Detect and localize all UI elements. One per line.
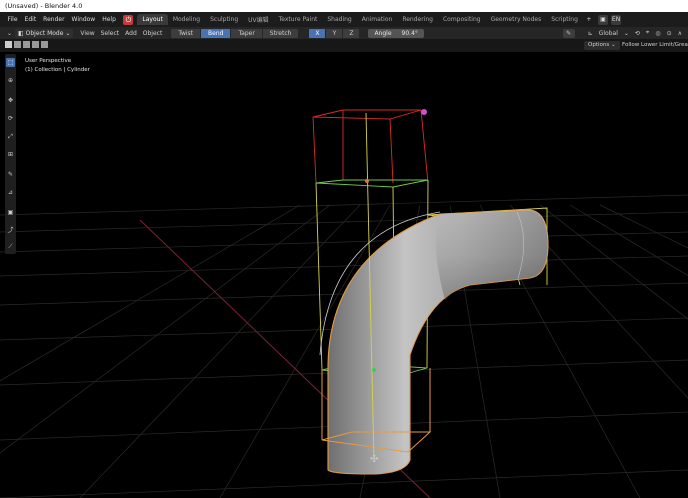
tab-geometry-nodes[interactable]: Geometry Nodes <box>486 14 547 25</box>
knife-icon[interactable]: ⟋ <box>6 242 15 251</box>
chevron-down-icon: ⌄ <box>65 29 71 37</box>
select-invert-icon[interactable] <box>32 41 39 48</box>
menu-help[interactable]: Help <box>99 16 120 23</box>
tab-animation[interactable]: Animation <box>357 14 398 25</box>
cube-icon: ◧ <box>18 29 24 37</box>
transform-icon[interactable]: ⊞ <box>6 150 15 159</box>
tab-texture-paint[interactable]: Texture Paint <box>274 14 323 25</box>
select-new-icon[interactable] <box>5 41 12 48</box>
shading-icon[interactable]: ∧ <box>675 30 688 37</box>
tab-scripting[interactable]: Scripting <box>546 14 583 25</box>
menu-add[interactable]: Add <box>122 30 140 37</box>
follow-limit-label: Follow Lower Limit/Greater <box>622 42 688 48</box>
add-cube-icon[interactable]: ▣ <box>6 208 15 217</box>
tab-uv-editing[interactable]: UV编辑 <box>243 13 274 26</box>
menu-select[interactable]: Select <box>98 30 123 37</box>
deform-top-origin[interactable] <box>365 179 369 183</box>
view-name: User Perspective <box>25 58 72 64</box>
rotate-icon[interactable]: ⟳ <box>6 114 15 123</box>
select-extend-icon[interactable] <box>14 41 21 48</box>
chevron-down-icon[interactable]: ⌄ <box>4 30 15 37</box>
menu-render[interactable]: Render <box>40 16 68 23</box>
tab-shading[interactable]: Shading <box>322 14 356 25</box>
measure-icon[interactable]: ⊿ <box>6 188 15 197</box>
tab-modeling[interactable]: Modeling <box>168 14 205 25</box>
cursor-tool-icon[interactable]: ⊕ <box>6 76 15 85</box>
extrude-icon[interactable]: ⤴ <box>6 226 15 235</box>
eyedropper-icon[interactable]: ✎ <box>562 28 575 38</box>
viewport-header: ⌄ ◧ Object Mode ⌄ View Select Add Object… <box>0 27 688 39</box>
select-mode-group <box>5 41 48 48</box>
tab-rendering[interactable]: Rendering <box>397 14 438 25</box>
axis-y-button[interactable]: Y <box>326 28 343 38</box>
gizmo-handle[interactable] <box>421 109 427 115</box>
window-titlebar: (Unsaved) - Blender 4.0 <box>0 0 688 12</box>
menu-view[interactable]: View <box>77 30 97 37</box>
tool-shelf: ⬚ ⊕ ✥ ⟳ ⤢ ⊞ ✎ ⊿ ▣ ⤴ ⟋ <box>5 54 16 254</box>
overlay-icon[interactable]: ⊙ <box>664 30 675 37</box>
bend-bounds-top <box>312 109 429 184</box>
menu-edit[interactable]: Edit <box>21 16 40 23</box>
options-button[interactable]: Options ⌄ <box>584 41 620 50</box>
deform-taper-button[interactable]: Taper <box>231 28 262 38</box>
mode-label: Object Mode <box>25 29 64 37</box>
angle-label: Angle <box>374 29 392 37</box>
angle-value: 90.4° <box>401 29 418 37</box>
tab-sculpting[interactable]: Sculpting <box>205 14 243 25</box>
object-origin[interactable] <box>372 368 376 372</box>
menu-object[interactable]: Object <box>140 30 166 37</box>
select-subtract-icon[interactable] <box>23 41 30 48</box>
top-menubar: File Edit Render Window Help ⏻ Layout Mo… <box>0 12 688 27</box>
magnet-icon[interactable]: ⌖ <box>643 29 652 37</box>
select-box-icon[interactable]: ⬚ <box>6 58 15 67</box>
bend-bounds-mid <box>315 179 429 188</box>
language-button[interactable]: EN <box>610 14 622 25</box>
deform-twist-button[interactable]: Twist <box>171 28 201 38</box>
axis-x-button[interactable]: X <box>309 28 326 38</box>
scene-icon[interactable]: ▣ <box>597 14 608 25</box>
proportional-icon[interactable]: ◎ <box>652 30 663 37</box>
cursor-icon: ✣ <box>370 454 378 465</box>
pivot-icon[interactable]: ⟲ <box>632 30 643 37</box>
select-intersect-icon[interactable] <box>41 41 48 48</box>
menu-window[interactable]: Window <box>68 16 99 23</box>
move-icon[interactable]: ✥ <box>6 96 15 105</box>
orientation-select[interactable]: Global <box>596 30 621 37</box>
add-workspace-button[interactable]: + <box>583 16 595 23</box>
scale-icon[interactable]: ⤢ <box>6 132 15 141</box>
angle-field[interactable]: Angle 90.4° <box>368 28 424 38</box>
tab-layout[interactable]: Layout <box>137 14 168 25</box>
mode-select[interactable]: ◧ Object Mode ⌄ <box>15 28 74 38</box>
collection-info: (1) Collection | Cylinder <box>25 67 90 73</box>
viewport-3d[interactable]: ✣ <box>0 52 688 498</box>
menu-file[interactable]: File <box>4 16 21 23</box>
window-title: (Unsaved) - Blender 4.0 <box>5 2 83 10</box>
axes-icon[interactable]: ⊾ <box>585 30 596 37</box>
deform-bend-button[interactable]: Bend <box>201 28 231 38</box>
axis-z-button[interactable]: Z <box>343 28 360 38</box>
tab-compositing[interactable]: Compositing <box>438 14 486 25</box>
power-icon[interactable]: ⏻ <box>123 14 134 25</box>
deform-stretch-button[interactable]: Stretch <box>262 28 299 38</box>
annotate-icon[interactable]: ✎ <box>6 170 15 179</box>
chevron-down-icon[interactable]: ⌄ <box>621 30 632 37</box>
options-label: Options <box>588 42 610 48</box>
